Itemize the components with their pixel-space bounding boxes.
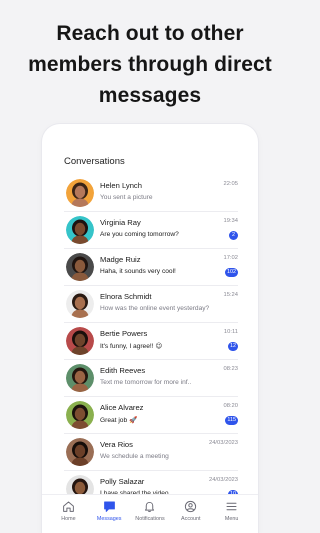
conversation-list: Helen Lynch You sent a picture 22:05 Virgin… [64,175,238,508]
bell-icon [131,500,169,513]
menu-icon [213,500,251,513]
message-time: 08:23 [223,366,238,372]
conversation-row[interactable]: Edith Reeves Text me tomorrow for more in… [64,360,238,397]
contact-name: Elnora Schmidt [100,292,152,301]
contact-name: Alice Alvarez [100,403,144,412]
conversation-row[interactable]: Madge Ruiz Haha, it sounds very cool! 17:0… [64,249,238,286]
tab-messages[interactable]: Messages [90,495,128,522]
tab-label: Notifications [135,516,165,522]
conversation-row[interactable]: Elnora Schmidt How was the online event y… [64,286,238,323]
avatar [66,216,94,244]
tab-account[interactable]: Account [172,495,210,522]
avatar [66,179,94,207]
message-time: 24/03/2023 [208,440,238,446]
message-time: 10:11 [223,329,238,335]
tab-label: Messages [96,516,122,522]
message-time: 19:34 [223,218,238,224]
contact-name: Edith Reeves [100,366,146,375]
headline: Reach out to other members through direc… [0,18,300,111]
tab-label: Menu [224,516,239,522]
message-preview: It's funny, I agree!! 😉 [100,343,163,350]
message-preview: You sent a picture [100,194,153,201]
unread-badge: 115 [225,416,238,425]
home-icon [49,500,87,513]
conversation-row[interactable]: Virginia Ray Are you coming tomorrow? 19:3… [64,212,238,249]
message-preview: How was the online event yesterday? [100,305,210,312]
avatar [66,327,94,355]
headline-line-1: Reach out to other [56,22,244,45]
messages-icon [90,500,128,513]
phone-screen: Conversations Helen Lynch You sent a pict… [42,124,258,533]
avatar [66,253,94,281]
message-time: 22:05 [223,181,238,187]
conversation-row[interactable]: Vera Rios We schedule a meeting 24/03/2023 [64,434,238,471]
unread-badge: 12 [228,342,238,351]
headline-line-3: messages [98,84,202,107]
contact-name: Bertie Powers [100,329,148,338]
conversation-row[interactable]: Bertie Powers It's funny, I agree!! 😉 10:1… [64,323,238,360]
message-time: 15:24 [223,292,238,298]
tab-label: Home [61,516,76,522]
message-time: 24/03/2023 [208,477,238,483]
tab-label: Account [181,516,201,522]
unread-badge: 2 [229,231,238,240]
account-icon [172,500,210,513]
tab-notifications[interactable]: Notifications [131,495,169,522]
bottom-tab-bar: Home Messages Notifications Account Menu [42,494,258,533]
headline-line-2: members through direct [28,53,272,76]
message-preview: We schedule a meeting [100,453,169,460]
message-preview: Text me tomorrow for more inf.. [100,379,192,386]
tab-home[interactable]: Home [49,495,87,522]
avatar [66,290,94,318]
contact-name: Virginia Ray [100,218,141,227]
conversation-row[interactable]: Helen Lynch You sent a picture 22:05 [64,175,238,212]
avatar [66,438,94,466]
message-time: 17:02 [223,255,238,261]
conversation-row[interactable]: Alice Alvarez Great job 🚀 08:20 115 [64,397,238,434]
message-preview: Great job 🚀 [100,417,138,424]
message-time: 08:20 [223,403,238,409]
contact-name: Polly Salazar [100,477,145,486]
message-preview: Are you coming tomorrow? [100,231,179,238]
message-preview: Haha, it sounds very cool! [100,268,176,275]
contact-name: Helen Lynch [100,181,142,190]
conversations-title: Conversations [64,156,125,167]
contact-name: Vera Rios [100,440,133,449]
contact-name: Madge Ruiz [100,255,141,264]
unread-badge: 102 [225,268,238,277]
avatar [66,364,94,392]
tab-menu[interactable]: Menu [213,495,251,522]
avatar [66,401,94,429]
